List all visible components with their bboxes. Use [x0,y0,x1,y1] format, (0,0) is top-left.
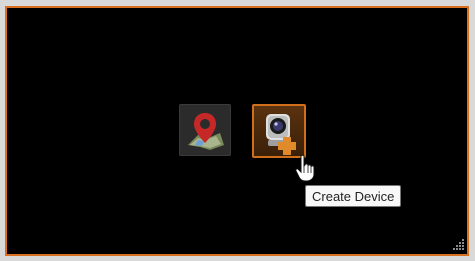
application-window: Create Device [0,0,475,261]
resize-grip-icon[interactable] [453,238,465,250]
tooltip-create-device: Create Device [305,185,402,207]
canvas-panel [5,6,469,256]
hand-cursor-icon [295,154,315,182]
create-device-button[interactable] [252,104,306,158]
map-button[interactable] [179,104,231,156]
camera-add-icon [266,114,296,155]
map-pin-icon [188,113,224,150]
